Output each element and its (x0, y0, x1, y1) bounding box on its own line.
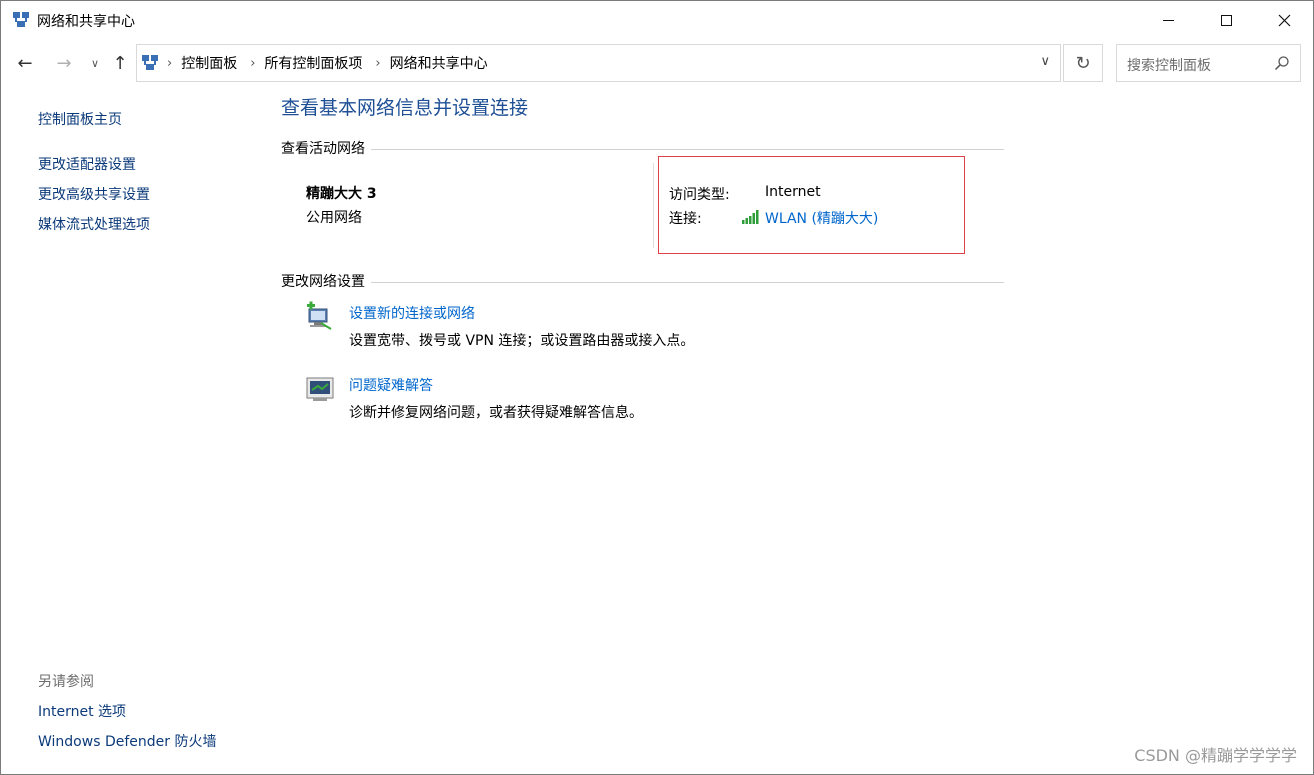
breadcrumb-all-items[interactable]: 所有控制面板项 (264, 53, 362, 73)
see-also-heading: 另请参阅 (38, 674, 94, 690)
chevron-down-icon[interactable]: ∨ (1040, 54, 1050, 69)
window-title: 网络和共享中心 (37, 14, 135, 30)
highlight-annotation-box (658, 156, 965, 254)
search-icon[interactable] (1274, 55, 1290, 71)
sidebar-item-advanced-sharing[interactable]: 更改高级共享设置 (38, 184, 150, 204)
wlan-connection-link[interactable]: WLAN (精蹦大大) (765, 208, 878, 228)
control-panel-icon (142, 55, 158, 70)
section-divider (281, 149, 1004, 150)
refresh-icon: ↻ (1075, 52, 1091, 74)
access-type-label: 访问类型: (669, 187, 730, 203)
troubleshoot-description: 诊断并修复网络问题，或者获得疑难解答信息。 (349, 405, 643, 421)
search-input[interactable]: 搜索控制面板 (1116, 44, 1301, 82)
close-button[interactable] (1255, 1, 1313, 39)
breadcrumb: › 控制面板 › 所有控制面板项 › 网络和共享中心 (167, 45, 501, 81)
maximize-button[interactable] (1197, 1, 1255, 39)
breadcrumb-control-panel[interactable]: 控制面板 (181, 53, 237, 73)
setup-new-connection-description: 设置宽带、拨号或 VPN 连接；或设置路由器或接入点。 (349, 333, 695, 349)
sidebar-item-internet-options[interactable]: Internet 选项 (38, 701, 126, 721)
active-networks-heading: 查看活动网络 (281, 138, 371, 158)
new-connection-icon (307, 301, 332, 330)
address-bar[interactable]: › 控制面板 › 所有控制面板项 › 网络和共享中心 ∨ (136, 44, 1061, 82)
network-name: 精蹦大大 3 (306, 186, 377, 202)
forward-arrow-icon[interactable]: → (53, 51, 75, 75)
back-arrow-icon[interactable]: ← (14, 51, 36, 75)
search-placeholder: 搜索控制面板 (1127, 58, 1211, 74)
sidebar-item-home[interactable]: 控制面板主页 (38, 109, 122, 129)
breadcrumb-network-center[interactable]: 网络和共享中心 (390, 53, 488, 73)
recent-locations-icon[interactable]: ∨ (84, 51, 106, 75)
sidebar-item-adapter-settings[interactable]: 更改适配器设置 (38, 154, 136, 174)
setup-new-connection-link[interactable]: 设置新的连接或网络 (349, 303, 475, 323)
access-type-value: Internet (765, 184, 821, 200)
minimize-button[interactable] (1139, 1, 1197, 39)
chevron-right-icon[interactable]: › (167, 56, 172, 71)
network-sharing-center-window: 网络和共享中心 ← → ∨ ↑ › 控制面板 › 所有控制面板项 › 网络和共享… (0, 0, 1314, 775)
up-arrow-icon[interactable]: ↑ (109, 51, 131, 75)
sidebar-item-defender-firewall[interactable]: Windows Defender 防火墙 (38, 731, 216, 751)
change-settings-heading: 更改网络设置 (281, 271, 371, 291)
section-divider (281, 282, 1004, 283)
maximize-icon (1220, 14, 1232, 26)
chevron-right-icon[interactable]: › (250, 56, 255, 71)
page-title: 查看基本网络信息并设置连接 (281, 97, 529, 119)
connection-label: 连接: (669, 211, 702, 227)
wifi-signal-icon (742, 210, 759, 224)
refresh-button[interactable]: ↻ (1063, 44, 1103, 82)
title-bar: 网络和共享中心 (1, 1, 1313, 39)
navigation-bar: ← → ∨ ↑ › 控制面板 › 所有控制面板项 › 网络和共享中心 ∨ ↻ 搜… (1, 43, 1313, 83)
chevron-right-icon[interactable]: › (375, 56, 380, 71)
vertical-divider (653, 163, 654, 248)
troubleshoot-icon (306, 377, 334, 401)
troubleshoot-link[interactable]: 问题疑难解答 (349, 375, 433, 395)
close-icon (1278, 14, 1290, 26)
minimize-icon (1162, 19, 1174, 21)
network-type[interactable]: 公用网络 (306, 207, 362, 227)
sidebar-item-media-streaming[interactable]: 媒体流式处理选项 (38, 214, 150, 234)
watermark: CSDN @精蹦学学学学 (1134, 746, 1297, 765)
network-app-icon (13, 12, 29, 27)
